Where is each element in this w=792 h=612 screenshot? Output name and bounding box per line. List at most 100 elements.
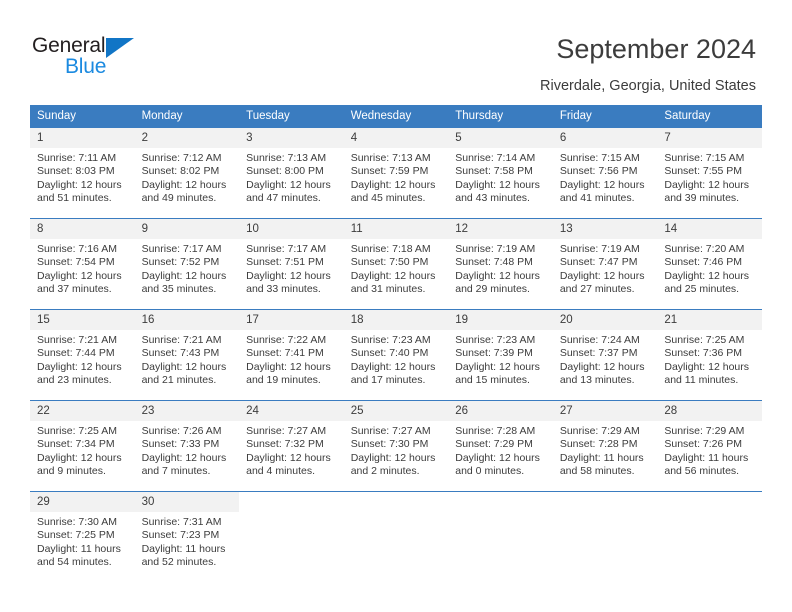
day-details: Sunrise: 7:19 AM Sunset: 7:48 PM Daylight:… <box>448 239 553 297</box>
sunrise-time: Sunrise: 7:17 AM <box>246 243 327 255</box>
daylight-duration-line2: and 52 minutes. <box>141 556 217 569</box>
daylight-duration-line2: and 15 minutes. <box>455 374 530 387</box>
calendar-day-cell[interactable]: 5 Sunrise: 7:14 AM Sunset: 7:58 PM Daylight… <box>448 127 553 219</box>
calendar-day-cell[interactable]: 23 Sunrise: 7:26 AM Sunset: 7:33 PM Dayligh… <box>134 400 240 492</box>
sunrise-time: Sunrise: 7:13 AM <box>246 152 327 164</box>
sunset-time: Sunset: 7:25 PM <box>37 529 115 542</box>
calendar-day-cell[interactable]: 14 Sunrise: 7:20 AM Sunset: 7:46 PM Dayligh… <box>657 218 762 310</box>
day-number: 19 <box>448 310 553 330</box>
day-details: Sunrise: 7:27 AM Sunset: 7:30 PM Daylight:… <box>344 421 449 479</box>
daylight-duration-line1: Daylight: 12 hours <box>141 451 227 464</box>
sunrise-time: Sunrise: 7:18 AM <box>350 243 431 255</box>
daylight-duration-line2: and 49 minutes. <box>141 192 217 205</box>
calendar-day-cell[interactable]: 20 Sunrise: 7:24 AM Sunset: 7:37 PM Dayligh… <box>552 309 658 401</box>
calendar-day-cell[interactable]: 16 Sunrise: 7:21 AM Sunset: 7:43 PM Dayligh… <box>134 309 240 401</box>
day-details: Sunrise: 7:13 AM Sunset: 8:00 PM Daylight:… <box>239 148 344 206</box>
daylight-duration-line2: and 54 minutes. <box>37 556 112 569</box>
calendar-empty-cell <box>552 491 658 582</box>
day-number: 10 <box>239 219 344 239</box>
calendar-empty-cell <box>448 491 553 582</box>
calendar-day-cell[interactable]: 1 Sunrise: 7:11 AM Sunset: 8:03 PM Daylight… <box>30 127 135 219</box>
daylight-duration-line2: and 45 minutes. <box>350 192 426 205</box>
calendar-day-cell[interactable]: 4 Sunrise: 7:13 AM Sunset: 7:59 PM Daylight… <box>343 127 449 219</box>
day-details: Sunrise: 7:29 AM Sunset: 7:26 PM Daylight:… <box>657 421 762 479</box>
sunrise-time: Sunrise: 7:23 AM <box>455 334 536 346</box>
calendar-day-cell[interactable]: 29 Sunrise: 7:30 AM Sunset: 7:25 PM Dayligh… <box>30 491 135 582</box>
daylight-duration-line1: Daylight: 12 hours <box>246 451 331 464</box>
day-number: 16 <box>134 310 240 330</box>
day-number: 1 <box>30 128 135 148</box>
day-number: 8 <box>30 219 135 239</box>
day-number: 3 <box>239 128 344 148</box>
sunrise-time: Sunrise: 7:24 AM <box>559 334 640 346</box>
sunrise-time: Sunrise: 7:15 AM <box>559 152 640 164</box>
sunrise-time: Sunrise: 7:29 AM <box>559 425 640 437</box>
calendar-day-cell[interactable]: 13 Sunrise: 7:19 AM Sunset: 7:47 PM Dayligh… <box>552 218 658 310</box>
day-number <box>552 492 658 512</box>
sunset-time: Sunset: 8:03 PM <box>37 165 115 178</box>
calendar-day-cell[interactable]: 9 Sunrise: 7:17 AM Sunset: 7:52 PM Daylight… <box>134 218 240 310</box>
day-details: Sunrise: 7:13 AM Sunset: 7:59 PM Daylight:… <box>344 148 449 206</box>
sunset-time: Sunset: 7:51 PM <box>246 256 324 269</box>
daylight-duration-line1: Daylight: 11 hours <box>141 542 226 555</box>
daylight-duration-line1: Daylight: 12 hours <box>37 269 122 282</box>
calendar-day-cell[interactable]: 30 Sunrise: 7:31 AM Sunset: 7:23 PM Dayligh… <box>134 491 240 582</box>
calendar-day-cell[interactable]: 2 Sunrise: 7:12 AM Sunset: 8:02 PM Daylight… <box>134 127 240 219</box>
calendar-day-cell[interactable]: 27 Sunrise: 7:29 AM Sunset: 7:28 PM Dayligh… <box>552 400 658 492</box>
sunrise-time: Sunrise: 7:21 AM <box>141 334 222 346</box>
calendar-empty-cell <box>343 491 449 582</box>
sunset-time: Sunset: 7:58 PM <box>455 165 533 178</box>
daylight-duration-line1: Daylight: 11 hours <box>559 451 644 464</box>
calendar-day-cell[interactable]: 22 Sunrise: 7:25 AM Sunset: 7:34 PM Dayligh… <box>30 400 135 492</box>
daylight-duration-line2: and 51 minutes. <box>37 192 112 205</box>
calendar-day-cell[interactable]: 7 Sunrise: 7:15 AM Sunset: 7:55 PM Daylight… <box>657 127 762 219</box>
daylight-duration-line2: and 58 minutes. <box>559 465 635 478</box>
daylight-duration-line1: Daylight: 12 hours <box>141 269 227 282</box>
daylight-duration-line1: Daylight: 12 hours <box>350 178 436 191</box>
general-blue-logo[interactable]: General Blue <box>32 34 212 84</box>
day-number: 2 <box>134 128 240 148</box>
sunrise-time: Sunrise: 7:31 AM <box>141 516 222 528</box>
sunrise-time: Sunrise: 7:27 AM <box>246 425 327 437</box>
daylight-duration-line1: Daylight: 12 hours <box>350 360 436 373</box>
day-number: 30 <box>134 492 240 512</box>
calendar-day-cell[interactable]: 28 Sunrise: 7:29 AM Sunset: 7:26 PM Dayligh… <box>657 400 762 492</box>
day-details: Sunrise: 7:27 AM Sunset: 7:32 PM Daylight:… <box>239 421 344 479</box>
sunset-time: Sunset: 7:41 PM <box>246 347 324 360</box>
daylight-duration-line1: Daylight: 12 hours <box>350 269 436 282</box>
calendar-day-cell[interactable]: 12 Sunrise: 7:19 AM Sunset: 7:48 PM Dayligh… <box>448 218 553 310</box>
calendar-day-cell[interactable]: 18 Sunrise: 7:23 AM Sunset: 7:40 PM Dayligh… <box>343 309 449 401</box>
calendar-day-cell[interactable]: 17 Sunrise: 7:22 AM Sunset: 7:41 PM Dayligh… <box>239 309 344 401</box>
calendar-day-cell[interactable]: 10 Sunrise: 7:17 AM Sunset: 7:51 PM Dayligh… <box>239 218 344 310</box>
sunrise-time: Sunrise: 7:26 AM <box>141 425 222 437</box>
calendar-day-cell[interactable]: 11 Sunrise: 7:18 AM Sunset: 7:50 PM Dayligh… <box>343 218 449 310</box>
daylight-duration-line2: and 21 minutes. <box>141 374 217 387</box>
calendar-day-cell[interactable]: 19 Sunrise: 7:23 AM Sunset: 7:39 PM Dayligh… <box>448 309 553 401</box>
day-number: 29 <box>30 492 135 512</box>
calendar-day-cell[interactable]: 25 Sunrise: 7:27 AM Sunset: 7:30 PM Dayligh… <box>343 400 449 492</box>
day-number: 5 <box>448 128 553 148</box>
calendar-day-cell[interactable]: 24 Sunrise: 7:27 AM Sunset: 7:32 PM Dayligh… <box>239 400 344 492</box>
calendar-day-cell[interactable]: 15 Sunrise: 7:21 AM Sunset: 7:44 PM Dayligh… <box>30 309 135 401</box>
sunset-time: Sunset: 7:36 PM <box>664 347 743 360</box>
calendar-day-cell[interactable]: 3 Sunrise: 7:13 AM Sunset: 8:00 PM Daylight… <box>239 127 344 219</box>
daylight-duration-line1: Daylight: 12 hours <box>664 269 750 282</box>
day-number: 24 <box>239 401 344 421</box>
day-details: Sunrise: 7:22 AM Sunset: 7:41 PM Daylight:… <box>239 330 344 388</box>
daylight-duration-line1: Daylight: 12 hours <box>559 269 645 282</box>
calendar-day-cell[interactable]: 6 Sunrise: 7:15 AM Sunset: 7:56 PM Daylight… <box>552 127 658 219</box>
daylight-duration-line2: and 31 minutes. <box>350 283 426 296</box>
calendar-day-cell[interactable]: 26 Sunrise: 7:28 AM Sunset: 7:29 PM Dayligh… <box>448 400 553 492</box>
calendar-day-cell[interactable]: 21 Sunrise: 7:25 AM Sunset: 7:36 PM Dayligh… <box>657 309 762 401</box>
sunrise-time: Sunrise: 7:13 AM <box>350 152 431 164</box>
sunset-time: Sunset: 7:50 PM <box>350 256 429 269</box>
day-details: Sunrise: 7:14 AM Sunset: 7:58 PM Daylight:… <box>448 148 553 206</box>
sunset-time: Sunset: 7:56 PM <box>559 165 638 178</box>
sunrise-time: Sunrise: 7:19 AM <box>559 243 640 255</box>
weekday-header-sunday: Sunday <box>30 105 135 128</box>
daylight-duration-line1: Daylight: 12 hours <box>455 178 540 191</box>
sunrise-time: Sunrise: 7:16 AM <box>37 243 117 255</box>
calendar-day-cell[interactable]: 8 Sunrise: 7:16 AM Sunset: 7:54 PM Daylight… <box>30 218 135 310</box>
daylight-duration-line1: Daylight: 12 hours <box>37 178 122 191</box>
day-details: Sunrise: 7:25 AM Sunset: 7:34 PM Daylight:… <box>30 421 135 479</box>
